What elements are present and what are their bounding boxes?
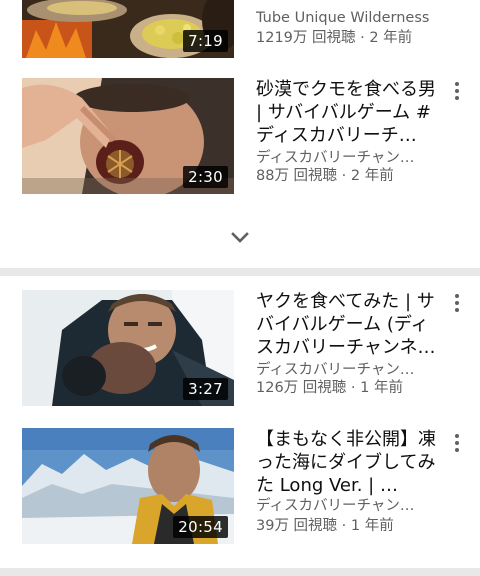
video-duration: 2:30 xyxy=(183,166,228,188)
video-channel: ディスカバリーチャン… xyxy=(256,498,415,514)
video-channel: Tube Unique Wilderness xyxy=(256,10,430,26)
video-thumbnail[interactable]: 3:27 xyxy=(22,290,234,406)
more-vert-icon[interactable] xyxy=(448,292,466,314)
video-thumbnail[interactable]: 20:54 xyxy=(22,428,234,544)
video-channel: ディスカバリーチャン… xyxy=(256,362,415,378)
video-title[interactable]: ヤクを食べてみた | サバイバルゲーム (ディスカバリーチャンネ… xyxy=(256,290,442,359)
video-meta: 88万 回視聴 · 2 年前 xyxy=(256,168,394,184)
video-thumbnail[interactable]: 2:30 xyxy=(22,78,234,194)
video-title[interactable]: 砂漠でクモを食べる男 | サバイバルゲーム #ディスカバリーチ… xyxy=(256,78,442,147)
video-channel: ディスカバリーチャン… xyxy=(256,150,415,166)
chevron-down-icon[interactable] xyxy=(228,226,252,250)
video-duration: 20:54 xyxy=(173,516,228,538)
video-title[interactable]: 【まもなく非公開】凍った海にダイブしてみた Long Ver. | … xyxy=(256,428,442,497)
more-vert-icon[interactable] xyxy=(448,80,466,102)
video-meta: 126万 回視聴 · 1 年前 xyxy=(256,380,403,396)
more-vert-icon[interactable] xyxy=(448,432,466,454)
video-meta: 1219万 回視聴 · 2 年前 xyxy=(256,30,413,46)
video-meta: 39万 回視聴 · 1 年前 xyxy=(256,518,394,534)
video-duration: 3:27 xyxy=(183,378,228,400)
video-thumbnail[interactable]: 7:19 xyxy=(22,0,234,58)
video-duration: 7:19 xyxy=(183,30,228,52)
section-divider xyxy=(0,568,480,576)
section-divider xyxy=(0,268,480,276)
